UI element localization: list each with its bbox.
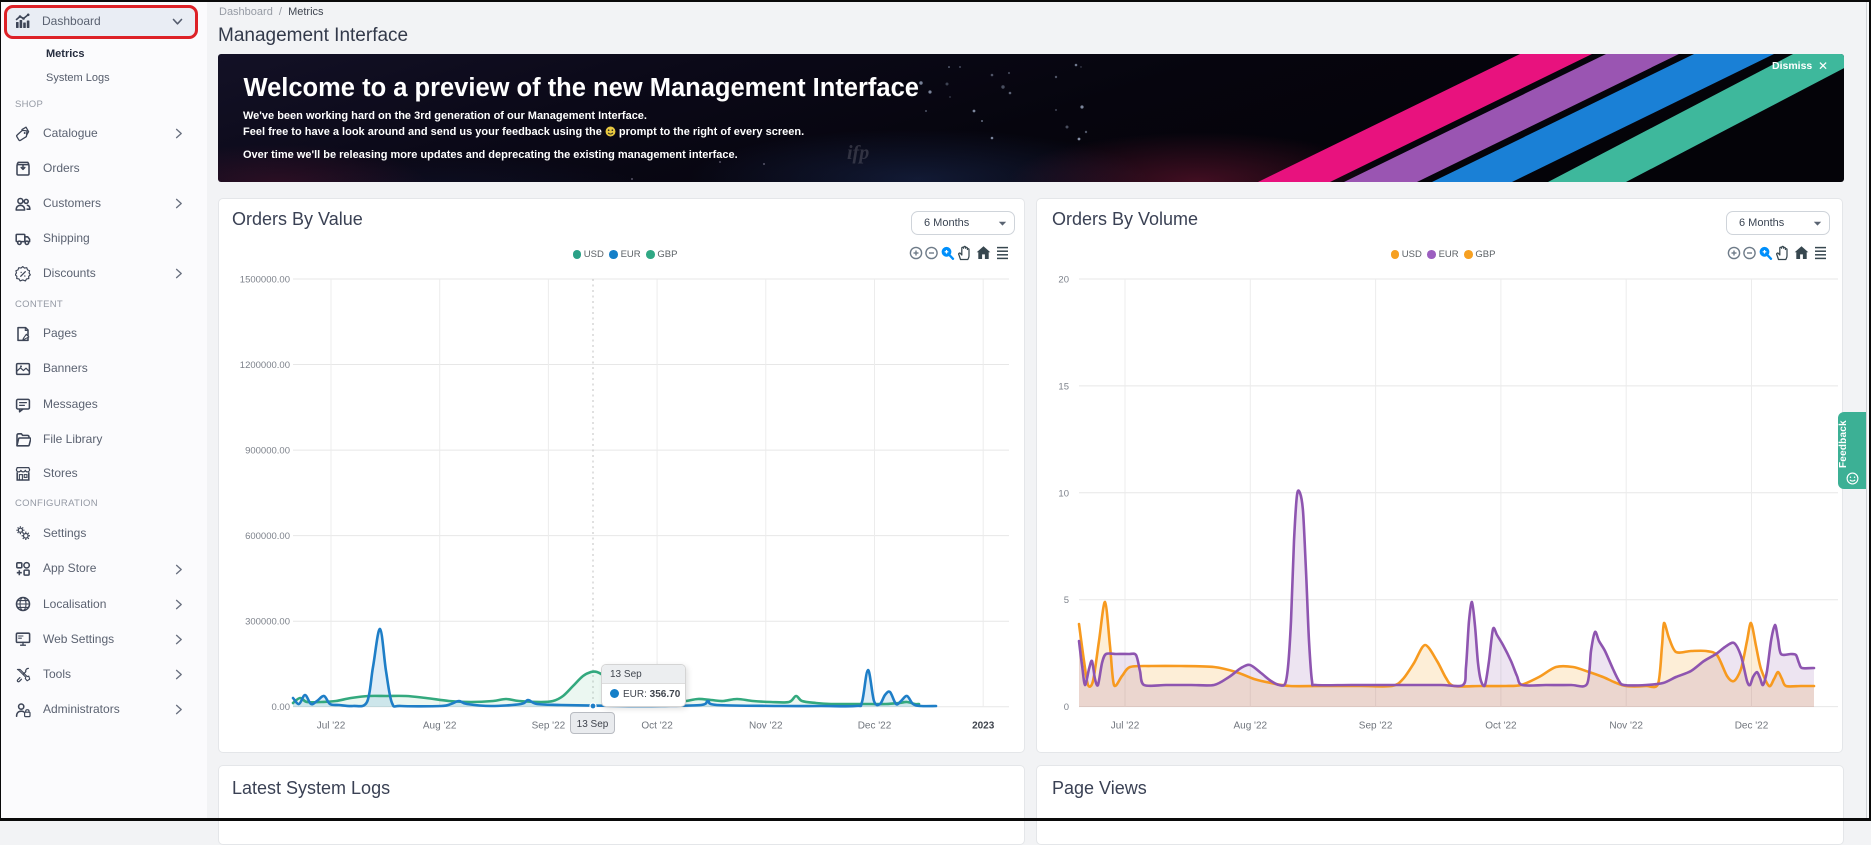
svg-text:Jul '22: Jul '22 bbox=[317, 721, 346, 732]
svg-text:300000.00: 300000.00 bbox=[245, 617, 290, 628]
svg-text:900000.00: 900000.00 bbox=[245, 446, 290, 457]
svg-text:Dec '22: Dec '22 bbox=[1735, 721, 1769, 732]
svg-text:Dec '22: Dec '22 bbox=[858, 721, 892, 732]
svg-text:Sep '22: Sep '22 bbox=[1359, 721, 1393, 732]
svg-text:Oct '22: Oct '22 bbox=[1485, 721, 1517, 732]
svg-text:Aug '22: Aug '22 bbox=[423, 721, 457, 732]
svg-text:Oct '22: Oct '22 bbox=[641, 721, 673, 732]
svg-text:Nov '22: Nov '22 bbox=[1609, 721, 1643, 732]
svg-text:15: 15 bbox=[1058, 381, 1069, 392]
svg-text:Jul '22: Jul '22 bbox=[1111, 721, 1140, 732]
svg-text:0.00: 0.00 bbox=[272, 702, 291, 713]
svg-text:ifp: ifp bbox=[847, 142, 869, 164]
svg-text:Sep '22: Sep '22 bbox=[532, 721, 566, 732]
svg-text:600000.00: 600000.00 bbox=[245, 531, 290, 542]
svg-text:10: 10 bbox=[1058, 488, 1069, 499]
svg-text:Aug '22: Aug '22 bbox=[1233, 721, 1267, 732]
svg-text:2023: 2023 bbox=[972, 721, 995, 732]
svg-text:Nov '22: Nov '22 bbox=[749, 721, 783, 732]
svg-text:20: 20 bbox=[1058, 275, 1069, 286]
svg-text:0: 0 bbox=[1064, 702, 1069, 713]
svg-text:1200000.00: 1200000.00 bbox=[240, 360, 290, 371]
svg-text:1500000.00: 1500000.00 bbox=[240, 275, 290, 286]
svg-text:5: 5 bbox=[1064, 595, 1069, 606]
